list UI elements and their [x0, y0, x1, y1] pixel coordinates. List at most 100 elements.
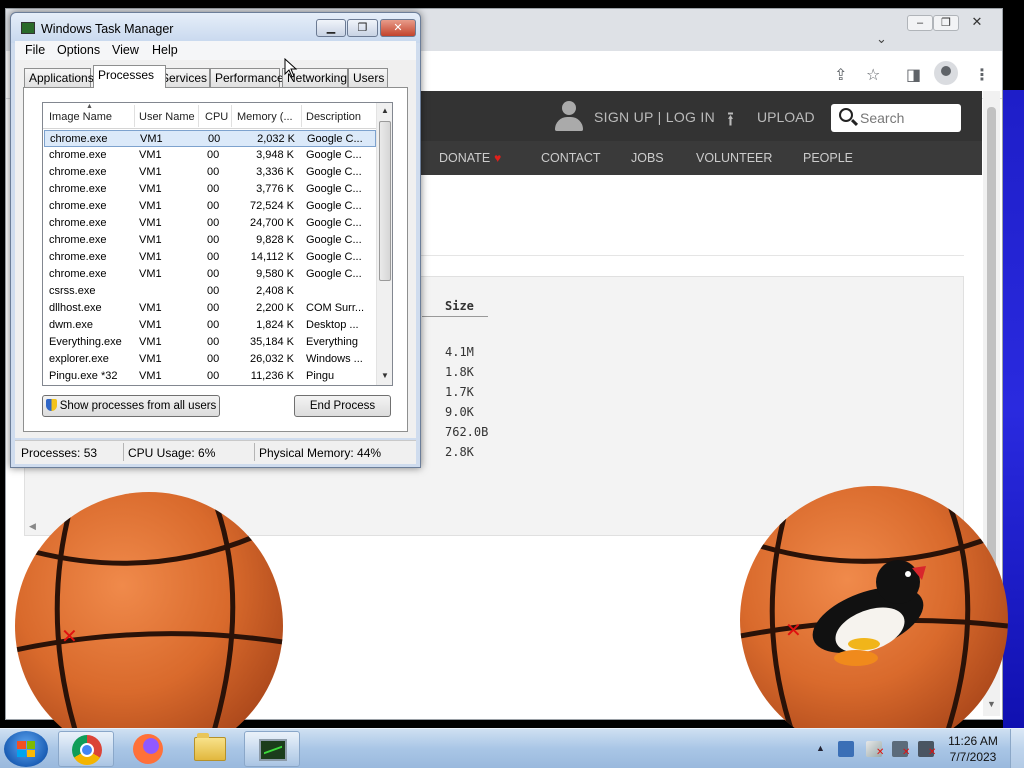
- process-image-name: chrome.exe: [49, 217, 107, 229]
- close-button[interactable]: ✕: [380, 19, 416, 37]
- nav-item-volunteer[interactable]: VOLUNTEER: [696, 151, 772, 165]
- clock-time[interactable]: 11:26 AM: [946, 734, 1000, 748]
- nav-item-jobs[interactable]: JOBS: [631, 151, 664, 165]
- process-row[interactable]: chrome.exe VM1 00 3,776 K Google C...: [44, 181, 376, 198]
- tab-search-chevron-icon[interactable]: ⌄: [876, 31, 887, 47]
- process-cpu: 00: [207, 268, 220, 280]
- show-hidden-icons-arrow-icon[interactable]: ▲: [816, 743, 825, 753]
- menu-help[interactable]: Help: [152, 43, 178, 57]
- column-description[interactable]: Description: [306, 111, 361, 123]
- tab-users[interactable]: Users: [348, 68, 388, 87]
- page-divider: [417, 255, 964, 256]
- menu-options[interactable]: Options: [57, 43, 100, 57]
- error-x-icon: ✕: [902, 747, 911, 758]
- process-cpu: 00: [207, 353, 220, 365]
- process-row[interactable]: chrome.exe VM1 00 72,524 K Google C...: [44, 198, 376, 215]
- signup-login-link[interactable]: SIGN UP | LOG IN: [594, 109, 715, 125]
- tab-applications[interactable]: Applications: [24, 68, 94, 87]
- column-divider[interactable]: [231, 105, 232, 127]
- start-button[interactable]: [4, 731, 48, 767]
- process-cpu: 00: [207, 217, 220, 229]
- side-panel-icon[interactable]: ◨: [906, 65, 921, 85]
- bookmark-star-icon[interactable]: ☆: [866, 65, 880, 85]
- process-row[interactable]: csrss.exe 00 2,408 K: [44, 283, 376, 300]
- process-user-name: VM1: [139, 336, 162, 348]
- process-row[interactable]: chrome.exe VM1 00 9,828 K Google C...: [44, 232, 376, 249]
- process-memory: 35,184 K: [249, 336, 294, 348]
- process-memory: 9,580 K: [256, 268, 294, 280]
- taskbar-task-manager-button[interactable]: [244, 731, 300, 767]
- minimize-button[interactable]: ▁: [316, 19, 346, 37]
- file-size: 2.8K: [445, 445, 474, 459]
- process-row[interactable]: chrome.exe VM1 00 3,948 K Google C...: [44, 147, 376, 164]
- column-divider[interactable]: [198, 105, 199, 127]
- process-row[interactable]: explorer.exe VM1 00 26,032 K Windows ...: [44, 351, 376, 368]
- process-row[interactable]: chrome.exe VM1 00 24,700 K Google C...: [44, 215, 376, 232]
- taskbar-firefox-button[interactable]: [120, 731, 176, 767]
- tab-processes[interactable]: Processes: [93, 65, 166, 88]
- upload-icon[interactable]: ⭱: [727, 105, 734, 139]
- end-process-button[interactable]: End Process: [294, 395, 391, 417]
- column-memory[interactable]: Memory (...: [237, 111, 293, 123]
- user-icon[interactable]: [555, 101, 583, 131]
- taskbar-chrome-button[interactable]: [58, 731, 114, 767]
- browser-close-button[interactable]: ✕: [964, 15, 990, 31]
- process-list[interactable]: ▲ Image Name User Name CPU Memory (... D…: [42, 102, 393, 386]
- column-image-name[interactable]: Image Name: [49, 111, 112, 123]
- process-image-name: chrome.exe: [49, 166, 107, 178]
- chrome-icon: [72, 735, 102, 765]
- search-placeholder: Search: [860, 110, 905, 126]
- column-divider[interactable]: [301, 105, 302, 127]
- maximize-button[interactable]: ❐: [347, 19, 378, 37]
- nav-item-contact[interactable]: CONTACT: [541, 151, 601, 165]
- process-user-name: VM1: [139, 149, 162, 161]
- share-icon[interactable]: ⇪: [834, 65, 847, 85]
- browser-maximize-button[interactable]: ❐: [933, 15, 959, 31]
- process-memory: 1,824 K: [256, 319, 294, 331]
- process-list-scrollbar[interactable]: ▲ ▼: [376, 103, 392, 385]
- process-memory: 72,524 K: [249, 200, 294, 212]
- tray-app-icon[interactable]: [838, 741, 854, 757]
- tab-performance[interactable]: Performance: [210, 68, 284, 87]
- column-cpu[interactable]: CPU: [205, 111, 228, 123]
- search-icon: [839, 108, 853, 122]
- process-row[interactable]: dwm.exe VM1 00 1,824 K Desktop ...: [44, 317, 376, 334]
- browser-minimize-button[interactable]: –: [907, 15, 933, 31]
- menu-file[interactable]: File: [25, 43, 45, 57]
- process-cpu: 00: [208, 133, 221, 145]
- process-user-name: VM1: [139, 370, 162, 382]
- close-x-icon[interactable]: ✕: [61, 624, 78, 649]
- nav-item-donate[interactable]: DONATE ♥: [439, 151, 501, 165]
- profile-avatar-icon[interactable]: [934, 61, 958, 85]
- menu-view[interactable]: View: [112, 43, 139, 57]
- scrollbar-thumb[interactable]: [379, 121, 391, 281]
- sort-arrow-icon: ▲: [86, 103, 93, 110]
- process-row[interactable]: chrome.exe VM1 00 9,580 K Google C...: [44, 266, 376, 283]
- taskbar-explorer-button[interactable]: [182, 731, 238, 767]
- pingu-penguin-icon[interactable]: [798, 558, 928, 673]
- process-row[interactable]: dllhost.exe VM1 00 2,200 K COM Surr...: [44, 300, 376, 317]
- status-bar: Processes: 53 CPU Usage: 6% Physical Mem…: [15, 440, 416, 464]
- task-manager-titlebar[interactable]: Windows Task Manager ▁ ❐ ✕: [11, 13, 420, 43]
- site-search-input[interactable]: Search: [831, 104, 961, 132]
- folder-icon: [194, 733, 226, 761]
- nav-item-people[interactable]: PEOPLE: [803, 151, 853, 165]
- mouse-cursor-icon: [284, 58, 298, 78]
- process-row[interactable]: Everything.exe VM1 00 35,184 K Everything: [44, 334, 376, 351]
- scroll-up-arrow-icon[interactable]: ▲: [381, 106, 389, 115]
- process-row[interactable]: chrome.exe VM1 00 2,032 K Google C...: [44, 130, 376, 147]
- process-row[interactable]: chrome.exe VM1 00 3,336 K Google C...: [44, 164, 376, 181]
- clock-date[interactable]: 7/7/2023: [946, 750, 1000, 764]
- column-divider[interactable]: [134, 105, 135, 127]
- size-column-header[interactable]: Size: [445, 299, 474, 313]
- browser-menu-icon[interactable]: ⋮: [974, 65, 990, 85]
- show-desktop-button[interactable]: [1010, 729, 1024, 768]
- scroll-down-arrow-icon[interactable]: ▼: [381, 371, 389, 380]
- nav-label: DONATE: [439, 151, 491, 165]
- show-all-users-button[interactable]: Show processes from all users: [42, 395, 220, 417]
- process-row[interactable]: chrome.exe VM1 00 14,112 K Google C...: [44, 249, 376, 266]
- process-description: Google C...: [306, 234, 362, 246]
- process-row[interactable]: Pingu.exe *32 VM1 00 11,236 K Pingu: [44, 368, 376, 385]
- upload-link[interactable]: UPLOAD: [757, 109, 815, 125]
- column-user-name[interactable]: User Name: [139, 111, 195, 123]
